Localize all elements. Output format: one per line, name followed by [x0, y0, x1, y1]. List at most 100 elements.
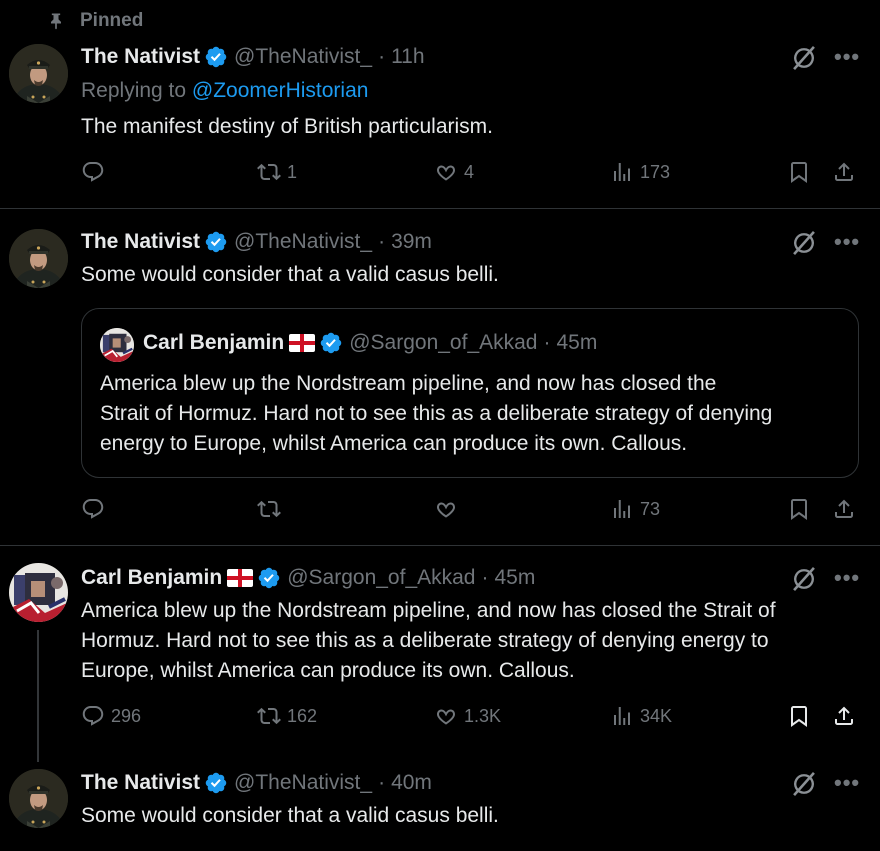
views-icon: [610, 497, 634, 521]
tweet-text: The manifest destiny of British particul…: [81, 115, 493, 138]
author-name[interactable]: The Nativist: [81, 45, 200, 69]
bookmark-button[interactable]: [787, 160, 811, 184]
share-button[interactable]: [832, 497, 856, 521]
retweet-button[interactable]: [257, 497, 281, 521]
tweet-line: Hormuz. Hard not to see this as a delibe…: [81, 629, 769, 652]
share-icon: [832, 160, 856, 184]
bookmark-icon: [787, 160, 811, 184]
verified-badge-icon[interactable]: [204, 230, 228, 254]
retweet-icon: [257, 704, 281, 728]
grok-icon[interactable]: [790, 770, 818, 798]
reply-button[interactable]: [81, 160, 105, 184]
reply-handle-link[interactable]: @ZoomerHistorian: [192, 79, 369, 102]
avatar[interactable]: [9, 563, 68, 622]
tweet-header: The Nativist @TheNativist_ · 11h: [81, 45, 425, 69]
tweet-header: The Nativist @TheNativist_ · 39m: [81, 230, 432, 254]
retweet-count: 162: [287, 705, 318, 726]
separator: ·: [378, 771, 386, 794]
quoted-tweet[interactable]: Carl Benjamin @Sargon_of_Akkad · 45m Ame…: [81, 308, 859, 478]
verified-badge-icon[interactable]: [257, 566, 281, 590]
tweet-text: Some would consider that a valid casus b…: [81, 263, 499, 286]
author-handle[interactable]: @TheNativist_: [234, 45, 372, 69]
like-icon: [434, 160, 458, 184]
separator: ·: [543, 331, 551, 354]
quote-header: Carl Benjamin @Sargon_of_Akkad · 45m: [143, 331, 597, 355]
action-bar: 296 162 1.3K 34K: [81, 704, 861, 734]
thread-connector-line: [37, 630, 39, 762]
more-icon[interactable]: •••: [834, 44, 860, 70]
grok-icon[interactable]: [790, 229, 818, 257]
bookmark-icon: [787, 497, 811, 521]
separator: ·: [378, 45, 386, 68]
verified-badge-icon[interactable]: [204, 771, 228, 795]
like-button[interactable]: 1.3K: [434, 704, 501, 728]
author-handle[interactable]: @TheNativist_: [234, 230, 372, 254]
separator: ·: [378, 230, 386, 253]
england-flag-icon: [227, 569, 253, 587]
timestamp[interactable]: 45m: [495, 566, 536, 590]
like-count: 1.3K: [464, 705, 502, 726]
reply-icon: [81, 704, 105, 728]
view-count: 34K: [640, 705, 673, 726]
separator: ·: [481, 566, 489, 589]
view-count: 173: [640, 161, 671, 182]
timestamp[interactable]: 40m: [391, 771, 432, 795]
quote-line: Strait of Hormuz. Hard not to see this a…: [100, 402, 773, 425]
replying-to: Replying to @ZoomerHistorian: [81, 79, 368, 103]
views-button[interactable]: 73: [610, 497, 660, 521]
author-name[interactable]: The Nativist: [81, 230, 200, 254]
verified-badge-icon: [319, 331, 343, 355]
tweet-header: The Nativist @TheNativist_ · 40m: [81, 771, 432, 795]
verified-badge-icon[interactable]: [204, 45, 228, 69]
more-icon[interactable]: •••: [834, 565, 860, 591]
quote-line: energy to Europe, whilst America can pro…: [100, 432, 688, 455]
carl-avatar-image: [9, 563, 68, 622]
replying-to-label: Replying to: [81, 79, 187, 102]
like-button[interactable]: 4: [434, 160, 474, 184]
retweet-button[interactable]: 162: [257, 704, 317, 728]
more-icon[interactable]: •••: [834, 770, 860, 796]
tweet-line: America blew up the Nordstream pipeline,…: [81, 599, 776, 622]
grok-icon[interactable]: [790, 565, 818, 593]
nativist-avatar-image: [9, 229, 68, 288]
action-bar: 73: [81, 497, 861, 527]
share-icon: [832, 704, 856, 728]
tweet-text: America blew up the Nordstream pipeline,…: [81, 596, 866, 686]
timestamp[interactable]: 11h: [391, 45, 424, 69]
reply-button[interactable]: 296: [81, 704, 141, 728]
bookmark-button[interactable]: [787, 704, 811, 728]
quote-author-handle: @Sargon_of_Akkad: [349, 331, 538, 354]
carl-avatar-image: [100, 328, 134, 362]
views-button[interactable]: 173: [610, 160, 670, 184]
author-handle[interactable]: @Sargon_of_Akkad: [287, 566, 475, 590]
reply-icon: [81, 497, 105, 521]
share-button[interactable]: [832, 704, 856, 728]
author-name[interactable]: Carl Benjamin: [81, 566, 222, 590]
author-handle[interactable]: @TheNativist_: [234, 771, 372, 795]
views-button[interactable]: 34K: [610, 704, 672, 728]
share-button[interactable]: [832, 160, 856, 184]
tweet-4[interactable]: The Nativist @TheNativist_ · 40m ••• Som…: [0, 766, 880, 851]
tweet-3[interactable]: Carl Benjamin @Sargon_of_Akkad · 45m •••…: [0, 546, 880, 766]
tweet-line: Europe, whilst America can produce its o…: [81, 659, 575, 682]
avatar[interactable]: [9, 44, 68, 103]
quote-text: America blew up the Nordstream pipeline,…: [100, 369, 850, 459]
timestamp[interactable]: 39m: [391, 230, 432, 254]
retweet-icon: [257, 160, 281, 184]
bookmark-button[interactable]: [787, 497, 811, 521]
like-count: 4: [464, 161, 475, 182]
reply-count: 296: [111, 705, 142, 726]
retweet-button[interactable]: 1: [257, 160, 297, 184]
author-name[interactable]: The Nativist: [81, 771, 200, 795]
action-bar: 1 4 173: [81, 160, 861, 190]
reply-button[interactable]: [81, 497, 105, 521]
tweet-1[interactable]: The Nativist @TheNativist_ · 11h ••• Rep…: [0, 0, 880, 208]
avatar[interactable]: [9, 229, 68, 288]
like-button[interactable]: [434, 497, 458, 521]
avatar[interactable]: [9, 769, 68, 828]
like-icon: [434, 497, 458, 521]
reply-icon: [81, 160, 105, 184]
grok-icon[interactable]: [790, 44, 818, 72]
more-icon[interactable]: •••: [834, 229, 860, 255]
like-icon: [434, 704, 458, 728]
